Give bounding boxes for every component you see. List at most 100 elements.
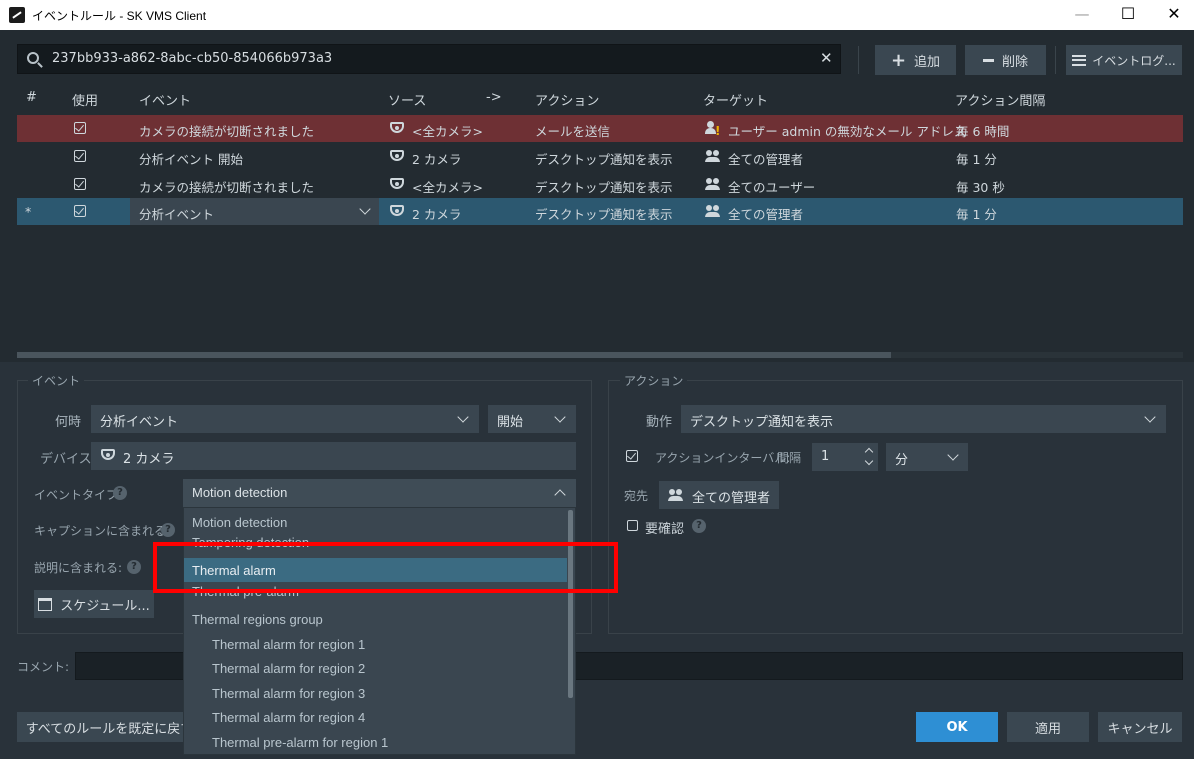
device-label: デバイス xyxy=(40,452,92,467)
toolbar-divider xyxy=(858,46,859,74)
action-label: 動作 xyxy=(646,415,673,430)
spin-down-icon[interactable] xyxy=(864,456,874,466)
plus-icon: + xyxy=(890,49,907,71)
row-action: デスクトップ通知を表示 xyxy=(535,180,673,195)
list-icon xyxy=(1072,54,1087,66)
clear-search-icon[interactable]: ✕ xyxy=(820,49,833,67)
list-item[interactable]: Thermal alarm for region 2 xyxy=(184,656,567,680)
table-row[interactable]: カメラの接続が切断されました <全カメラ> デスクトップ通知を表示 全てのユーザ… xyxy=(17,171,1183,198)
event-type-label: イベントタイプ: xyxy=(34,488,123,502)
apply-button[interactable]: 適用 xyxy=(1007,712,1089,742)
close-button[interactable]: ✕ xyxy=(1151,0,1194,30)
row-target: ユーザー admin の無効なメール アドレス xyxy=(728,124,967,139)
help-icon[interactable]: ? xyxy=(692,519,706,533)
row-interval: 毎 1 分 xyxy=(956,207,997,222)
col-target-header[interactable]: ターゲット xyxy=(703,90,768,109)
row-event: カメラの接続が切断されました xyxy=(139,124,315,139)
table-scrollbar-track[interactable] xyxy=(17,352,1183,358)
comment-label: コメント: xyxy=(17,660,70,674)
add-button[interactable]: + 追加 xyxy=(875,45,956,75)
interval-sub-label: 間隔 xyxy=(777,451,802,465)
dropdown-scrollbar-thumb[interactable] xyxy=(568,510,573,698)
event-inline-combo[interactable]: 分析イベント xyxy=(130,198,379,225)
delete-button[interactable]: 削除 xyxy=(965,45,1046,75)
start-value: 開始 xyxy=(497,415,524,430)
start-combo[interactable]: 開始 xyxy=(488,405,576,433)
users-icon xyxy=(705,178,721,190)
table-row[interactable]: カメラの接続が切断されました <全カメラ> メールを送信 ! ユーザー admi… xyxy=(17,115,1183,142)
search-input[interactable]: 237bb933-a862-8abc-cb50-854066b973a3 xyxy=(52,51,332,66)
row-event: カメラの接続が切断されました xyxy=(139,180,315,195)
chevron-down-icon xyxy=(359,203,371,215)
interval-unit-value: 分 xyxy=(895,453,909,468)
row-target: 全ての管理者 xyxy=(728,152,804,167)
search-field[interactable]: 237bb933-a862-8abc-cb50-854066b973a3 ✕ xyxy=(17,44,841,74)
help-icon[interactable]: ? xyxy=(161,523,175,537)
row-interval: 毎 6 時間 xyxy=(956,124,1010,139)
device-select-button[interactable]: 2 カメラ xyxy=(91,442,576,470)
chevron-down-icon xyxy=(1144,411,1156,423)
recipients-button[interactable]: 全ての管理者 xyxy=(659,481,779,509)
row-event: 分析イベント 開始 xyxy=(139,152,243,167)
use-checkbox[interactable] xyxy=(74,150,86,162)
table-row[interactable]: 分析イベント 開始 2 カメラ デスクトップ通知を表示 全ての管理者 毎 1 分 xyxy=(17,143,1183,170)
col-interval-header[interactable]: アクション間隔 xyxy=(955,90,1045,109)
list-item[interactable]: Thermal alarm for region 3 xyxy=(184,681,567,705)
schedule-button[interactable]: スケジュール... xyxy=(34,590,154,618)
col-source-header[interactable]: ソース xyxy=(388,90,426,109)
action-combo[interactable]: デスクトップ通知を表示 xyxy=(681,405,1166,433)
action-value: デスクトップ通知を表示 xyxy=(690,415,834,430)
interval-spinbox[interactable]: 1 xyxy=(812,443,878,471)
row-action: デスクトップ通知を表示 xyxy=(535,152,673,167)
row-target: 全ての管理者 xyxy=(728,207,804,222)
when-label: 何時 xyxy=(55,415,82,430)
event-type-combo[interactable]: Motion detection xyxy=(183,479,576,507)
col-num-header[interactable]: # xyxy=(26,90,37,108)
calendar-icon xyxy=(38,597,53,611)
col-event-header[interactable]: イベント xyxy=(139,90,191,109)
window-title: イベントルール - SK VMS Client xyxy=(32,9,207,23)
maximize-button[interactable]: ☐ xyxy=(1105,0,1151,30)
app-icon xyxy=(9,7,25,23)
col-use-header[interactable]: 使用 xyxy=(72,90,98,109)
col-action-header[interactable]: アクション xyxy=(535,90,599,109)
help-icon[interactable]: ? xyxy=(127,560,141,574)
use-checkbox[interactable] xyxy=(74,122,86,134)
table-scrollbar-thumb[interactable] xyxy=(17,352,891,358)
row-source: 2 カメラ xyxy=(412,207,462,222)
use-checkbox[interactable] xyxy=(74,178,86,190)
list-item[interactable]: Thermal regions group xyxy=(184,607,567,631)
require-confirm-label: 要確認 xyxy=(645,522,685,537)
help-icon[interactable]: ? xyxy=(113,486,127,500)
minimize-button[interactable]: — xyxy=(1059,0,1105,30)
chevron-down-icon xyxy=(554,411,566,423)
caption-label: キャプションに含まれる: xyxy=(34,524,171,538)
row-source: <全カメラ> xyxy=(412,124,483,139)
row-event: 分析イベント xyxy=(139,207,215,222)
list-item[interactable]: Thermal pre-alarm for region 1 xyxy=(184,730,567,754)
camera-icon xyxy=(390,178,404,189)
require-confirm-checkbox[interactable] xyxy=(627,520,638,531)
list-item[interactable]: Thermal alarm for region 1 xyxy=(184,632,567,656)
camera-icon xyxy=(390,122,404,133)
ok-button[interactable]: OK xyxy=(916,712,998,742)
spin-up-icon[interactable] xyxy=(864,447,874,457)
title-bar: イベントルール - SK VMS Client — ☐ ✕ xyxy=(0,0,1194,30)
interval-unit-combo[interactable]: 分 xyxy=(886,443,968,471)
table-row-selected[interactable]: * 分析イベント 2 カメラ デスクトップ通知を表示 全ての管理者 毎 1 分 xyxy=(17,198,1183,225)
row-action: デスクトップ通知を表示 xyxy=(535,207,673,222)
row-action: メールを送信 xyxy=(535,124,611,139)
chevron-up-icon xyxy=(554,489,566,501)
when-value: 分析イベント xyxy=(100,415,179,430)
device-value: 2 カメラ xyxy=(123,452,175,467)
list-item[interactable]: Thermal alarm for region 4 xyxy=(184,705,567,729)
cancel-button[interactable]: キャンセル xyxy=(1098,712,1182,742)
when-combo[interactable]: 分析イベント xyxy=(91,405,479,433)
list-item[interactable]: Motion detection xyxy=(184,510,567,534)
action-interval-checkbox[interactable] xyxy=(626,450,638,462)
row-interval: 毎 1 分 xyxy=(956,152,997,167)
use-checkbox[interactable] xyxy=(74,205,86,217)
reset-rules-button[interactable]: すべてのルールを既定に戻す xyxy=(17,712,202,742)
event-log-button[interactable]: イベントログ... xyxy=(1066,45,1182,75)
camera-icon xyxy=(390,205,404,216)
